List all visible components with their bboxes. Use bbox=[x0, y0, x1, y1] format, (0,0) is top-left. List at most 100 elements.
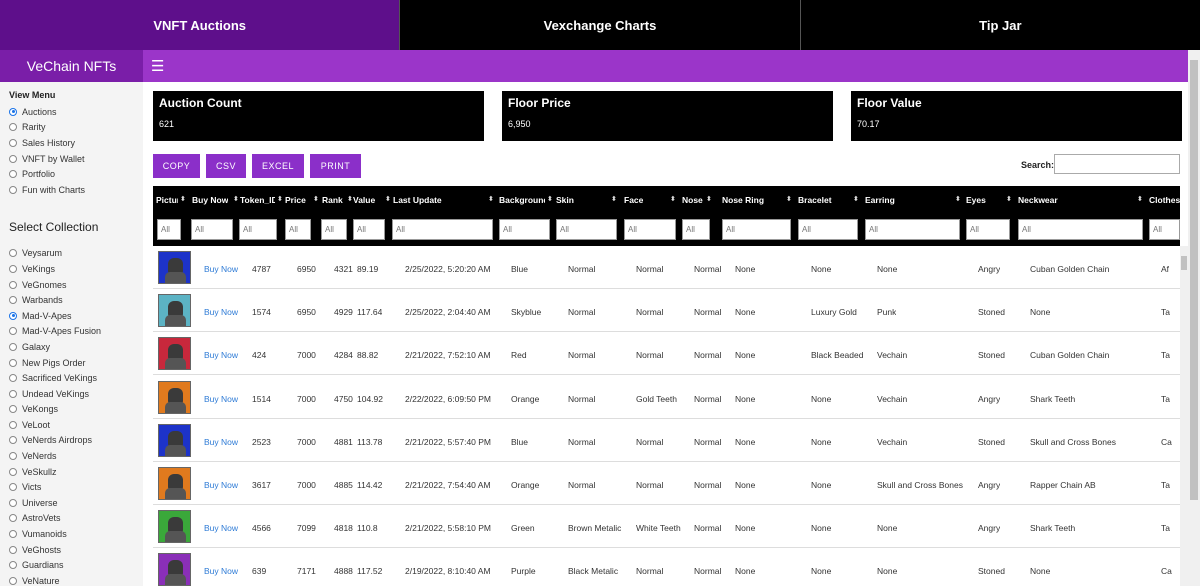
ape-thumbnail[interactable] bbox=[158, 510, 191, 544]
buy-now-link[interactable]: Buy Now bbox=[204, 307, 238, 317]
column-filter-input[interactable] bbox=[865, 219, 960, 240]
radio-button[interactable] bbox=[9, 576, 17, 585]
radio-button[interactable] bbox=[9, 545, 17, 554]
sort-icon[interactable]: ⬍ bbox=[611, 195, 617, 203]
column-header[interactable]: Nose bbox=[682, 195, 703, 205]
radio-button[interactable] bbox=[9, 389, 17, 398]
ape-thumbnail[interactable] bbox=[158, 423, 191, 457]
column-filter-input[interactable] bbox=[499, 219, 550, 240]
column-filter-input[interactable] bbox=[353, 219, 385, 240]
radio-option[interactable]: Galaxy bbox=[0, 339, 143, 355]
brand-title[interactable]: VeChain NFTs bbox=[0, 50, 143, 82]
sort-icon[interactable]: ⬍ bbox=[277, 195, 283, 203]
column-header[interactable]: Price bbox=[285, 195, 306, 205]
column-filter-input[interactable] bbox=[191, 219, 233, 240]
radio-button[interactable] bbox=[9, 467, 17, 476]
radio-option[interactable]: Veysarum bbox=[0, 246, 143, 262]
radio-button[interactable] bbox=[9, 530, 17, 539]
buy-now-link[interactable]: Buy Now bbox=[204, 394, 238, 404]
sort-icon[interactable]: ⬍ bbox=[385, 195, 391, 203]
column-filter-input[interactable] bbox=[157, 219, 181, 240]
radio-button[interactable] bbox=[9, 123, 17, 132]
radio-option[interactable]: VeNature bbox=[0, 573, 143, 586]
column-header[interactable]: Neckwear bbox=[1018, 195, 1058, 205]
radio-option[interactable]: VeGhosts bbox=[0, 542, 143, 558]
radio-button[interactable] bbox=[9, 296, 17, 305]
radio-button[interactable] bbox=[9, 107, 17, 116]
page-scrollbar[interactable] bbox=[1188, 50, 1200, 586]
ape-thumbnail[interactable] bbox=[158, 337, 191, 371]
ape-thumbnail[interactable] bbox=[158, 467, 191, 500]
radio-option[interactable]: Vumanoids bbox=[0, 526, 143, 542]
hamburger-icon[interactable]: ☰ bbox=[151, 57, 164, 75]
search-input[interactable] bbox=[1054, 154, 1180, 174]
column-header[interactable]: Rank bbox=[322, 195, 343, 205]
sort-icon[interactable]: ⬍ bbox=[233, 195, 239, 203]
buy-now-link[interactable]: Buy Now bbox=[204, 566, 238, 576]
column-filter-input[interactable] bbox=[1018, 219, 1143, 240]
column-filter-input[interactable] bbox=[966, 219, 1010, 240]
radio-button[interactable] bbox=[9, 249, 17, 258]
radio-option[interactable]: VeKings bbox=[0, 261, 143, 277]
nav-tab-0[interactable]: VNFT Auctions bbox=[0, 0, 400, 50]
column-header[interactable]: Token_ID bbox=[240, 195, 275, 205]
buy-now-link[interactable]: Buy Now bbox=[204, 523, 238, 533]
excel-button[interactable]: EXCEL bbox=[252, 154, 304, 178]
sort-icon[interactable]: ⬍ bbox=[955, 195, 961, 203]
column-filter-input[interactable] bbox=[798, 219, 858, 240]
radio-option[interactable]: Mad-V-Apes bbox=[0, 308, 143, 324]
column-filter-input[interactable] bbox=[285, 219, 311, 240]
radio-option[interactable]: Auctions bbox=[0, 104, 143, 120]
sort-icon[interactable]: ⬍ bbox=[488, 195, 494, 203]
radio-option[interactable]: Universe bbox=[0, 495, 143, 511]
radio-option[interactable]: Guardians bbox=[0, 557, 143, 573]
radio-button[interactable] bbox=[9, 342, 17, 351]
sort-icon[interactable]: ⬍ bbox=[706, 195, 712, 203]
radio-option[interactable]: VNFT by Wallet bbox=[0, 151, 143, 167]
column-filter-input[interactable] bbox=[624, 219, 676, 240]
radio-option[interactable]: Undead VeKings bbox=[0, 386, 143, 402]
column-filter-input[interactable] bbox=[556, 219, 617, 240]
buy-now-link[interactable]: Buy Now bbox=[204, 350, 238, 360]
radio-button[interactable] bbox=[9, 327, 17, 336]
ape-thumbnail[interactable] bbox=[158, 380, 191, 414]
nav-tab-2[interactable]: Tip Jar bbox=[799, 0, 1200, 50]
column-filter-input[interactable] bbox=[321, 219, 347, 240]
sort-icon[interactable]: ⬍ bbox=[853, 195, 859, 203]
radio-button[interactable] bbox=[9, 264, 17, 273]
buy-now-link[interactable]: Buy Now bbox=[204, 480, 238, 490]
radio-option[interactable]: Victs bbox=[0, 479, 143, 495]
radio-button[interactable] bbox=[9, 154, 17, 163]
nav-tab-1[interactable]: Vexchange Charts bbox=[399, 0, 800, 50]
column-header[interactable]: Buy Now bbox=[192, 195, 228, 205]
radio-option[interactable]: Mad-V-Apes Fusion bbox=[0, 324, 143, 340]
radio-button[interactable] bbox=[9, 483, 17, 492]
radio-button[interactable] bbox=[9, 280, 17, 289]
radio-option[interactable]: Fun with Charts bbox=[0, 182, 143, 198]
radio-button[interactable] bbox=[9, 358, 17, 367]
radio-button[interactable] bbox=[9, 498, 17, 507]
column-header[interactable]: Clothes bbox=[1149, 195, 1180, 205]
radio-button[interactable] bbox=[9, 138, 17, 147]
radio-option[interactable]: New Pigs Order bbox=[0, 355, 143, 371]
csv-button[interactable]: CSV bbox=[206, 154, 246, 178]
radio-button[interactable] bbox=[9, 452, 17, 461]
radio-button[interactable] bbox=[9, 561, 17, 570]
print-button[interactable]: PRINT bbox=[310, 154, 361, 178]
column-filter-input[interactable] bbox=[392, 219, 493, 240]
sort-icon[interactable]: ⬍ bbox=[786, 195, 792, 203]
radio-option[interactable]: VeLoot bbox=[0, 417, 143, 433]
radio-option[interactable]: VeSkullz bbox=[0, 464, 143, 480]
buy-now-link[interactable]: Buy Now bbox=[204, 264, 238, 274]
radio-option[interactable]: Rarity bbox=[0, 120, 143, 136]
radio-button[interactable] bbox=[9, 420, 17, 429]
radio-option[interactable]: AstroVets bbox=[0, 511, 143, 527]
sort-icon[interactable]: ⬍ bbox=[347, 195, 353, 203]
copy-button[interactable]: COPY bbox=[153, 154, 200, 178]
radio-button[interactable] bbox=[9, 374, 17, 383]
radio-button[interactable] bbox=[9, 436, 17, 445]
column-filter-input[interactable] bbox=[682, 219, 710, 240]
ape-thumbnail[interactable] bbox=[158, 553, 191, 586]
radio-option[interactable]: VeGnomes bbox=[0, 277, 143, 293]
buy-now-link[interactable]: Buy Now bbox=[204, 437, 238, 447]
